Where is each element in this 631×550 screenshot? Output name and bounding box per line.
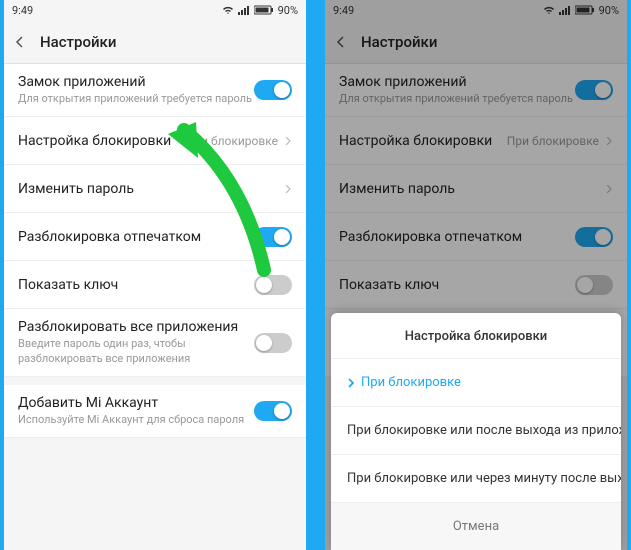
toggle-show-key[interactable] [254,275,292,295]
chevron-right-icon [347,378,355,388]
option-on-lock-or-minute[interactable]: При блокировке или через минуту после вы… [331,454,621,502]
sublabel: Для открытия приложений требуется пароль [18,92,254,106]
row-fingerprint[interactable]: Разблокировка отпечатком [4,213,306,261]
cancel-label: Отмена [453,519,499,534]
header: Настройки [4,20,306,64]
status-bar: 9:49 90% [4,0,306,20]
toggle-app-lock[interactable] [254,80,292,100]
label: Разблокировка отпечатком [18,229,254,245]
label: Изменить пароль [18,181,284,197]
lock-setting-sheet: Настройка блокировки При блокировке При … [331,313,621,550]
sheet-title: Настройка блокировки [331,313,621,358]
sublabel: Введите пароль один раз, чтобы разблокир… [18,337,254,366]
chevron-right-icon [284,137,292,145]
option-on-lock-or-exit[interactable]: При блокировке или после выхода из прило… [331,406,621,454]
toggle-unlock-all[interactable] [254,333,292,353]
settings-list: Замок приложений Для открытия приложений… [4,64,306,438]
label: Добавить Mi Аккаунт [18,395,254,411]
battery-icon [254,5,274,15]
row-mi-account[interactable]: Добавить Mi Аккаунт Используйте Mi Аккау… [4,385,306,438]
label: Настройка блокировки [18,133,186,149]
battery-percent: 90% [278,4,298,17]
toggle-mi-account[interactable] [254,401,292,421]
row-unlock-all[interactable]: Разблокировать все приложения Введите па… [4,309,306,377]
wifi-icon [222,5,234,15]
label: Замок приложений [18,74,254,90]
signal-icon [238,5,250,15]
row-lock-setting[interactable]: Настройка блокировки При блокировке [4,117,306,165]
section-gap [4,377,306,385]
back-icon[interactable] [14,36,26,48]
toggle-fingerprint[interactable] [254,227,292,247]
cancel-button[interactable]: Отмена [331,502,621,550]
option-on-lock[interactable]: При блокировке [331,358,621,406]
sublabel: Используйте Mi Аккаунт для сброса пароля [18,413,254,427]
status-time: 9:49 [12,4,33,17]
row-app-lock[interactable]: Замок приложений Для открытия приложений… [4,64,306,117]
option-label: При блокировке или после выхода из прило… [347,423,621,438]
chevron-right-icon [284,185,292,193]
label: Показать ключ [18,277,254,293]
option-label: При блокировке [361,375,461,390]
screenshot-left: 9:49 90% Настройки Замок приложений Для … [4,0,306,550]
label: Разблокировать все приложения [18,319,254,335]
status-icons: 90% [222,4,298,17]
page-title: Настройки [40,33,116,51]
row-show-key[interactable]: Показать ключ [4,261,306,309]
value: При блокировке [186,134,278,148]
row-change-password[interactable]: Изменить пароль [4,165,306,213]
option-label: При блокировке или через минуту после вы… [347,471,621,486]
screenshot-right: 9:49 90% Настройки Замок приложений Для … [325,0,627,550]
